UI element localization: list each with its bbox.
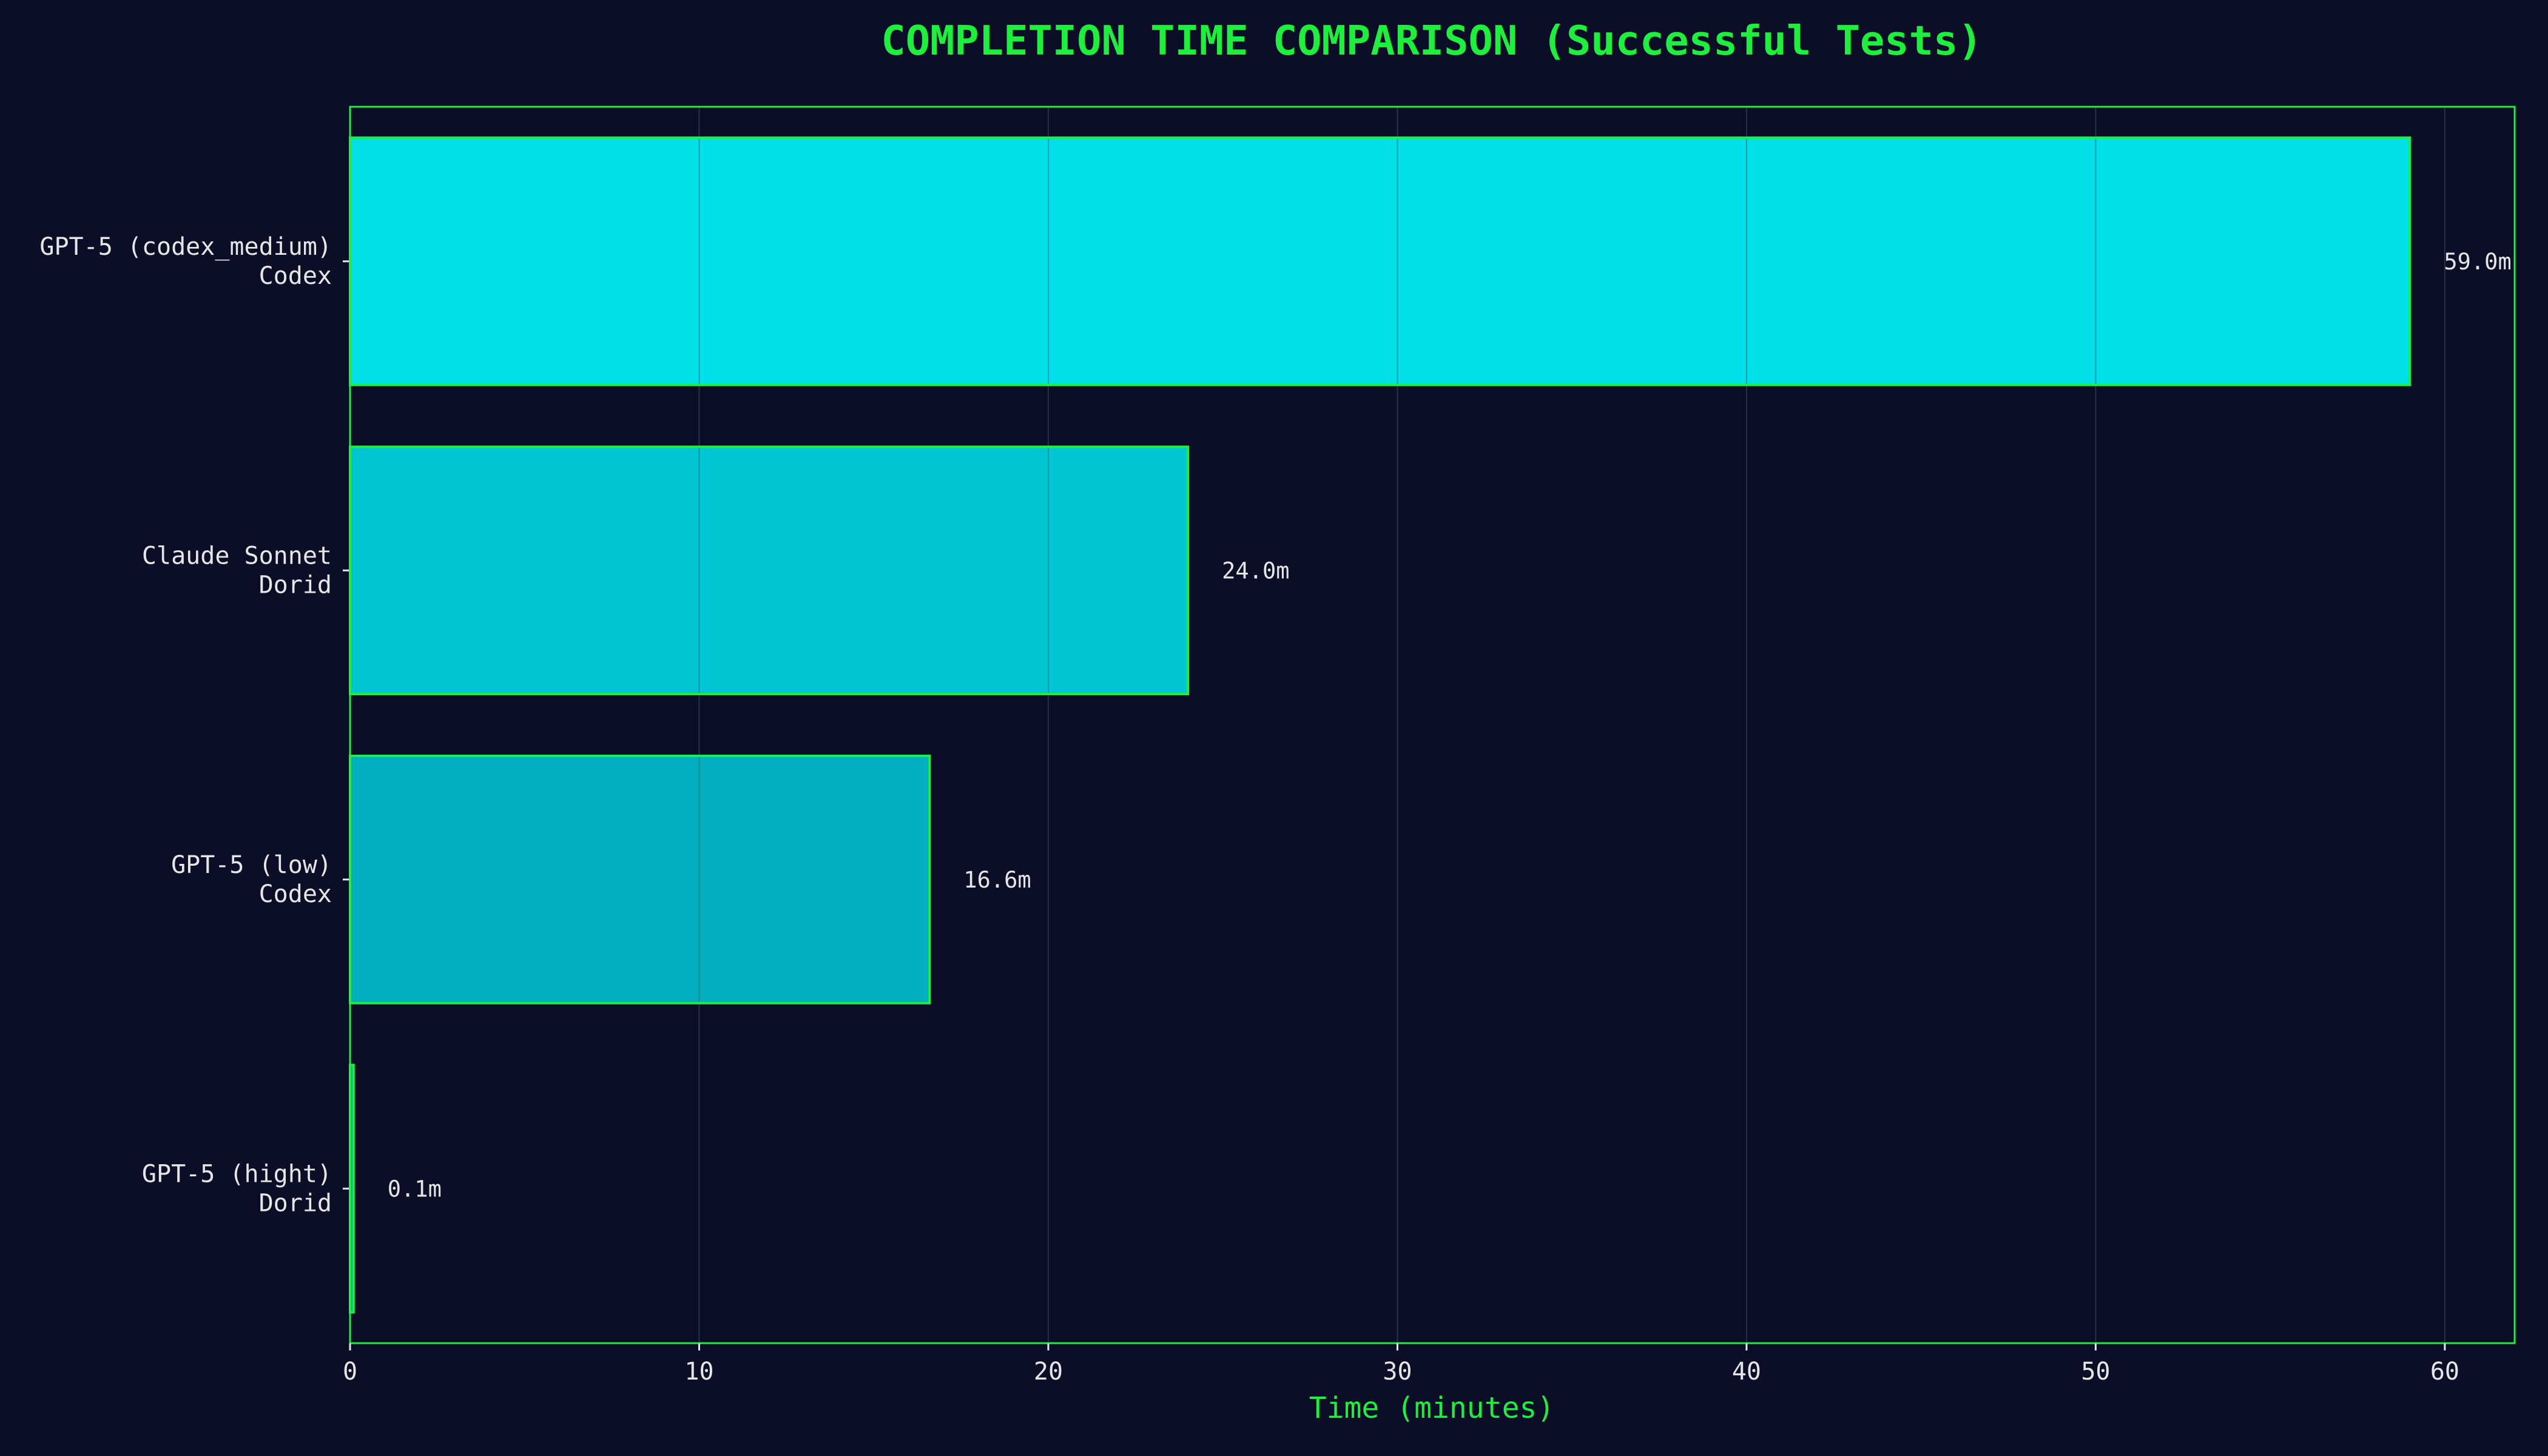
x-axis-label: Time (minutes) bbox=[1309, 1391, 1555, 1425]
chart-title: COMPLETION TIME COMPARISON (Successful T… bbox=[881, 17, 1982, 64]
x-tick-label: 0 bbox=[343, 1358, 357, 1386]
bar-value-label: 0.1m bbox=[388, 1176, 442, 1202]
completion-time-chart: COMPLETION TIME COMPARISON (Successful T… bbox=[0, 0, 2548, 1456]
bar-value-label: 59.0m bbox=[2444, 249, 2511, 275]
category-label: Claude Sonnet bbox=[142, 542, 332, 570]
x-tick-label: 40 bbox=[1732, 1358, 1761, 1386]
x-tick-label: 30 bbox=[1383, 1358, 1412, 1386]
bar bbox=[349, 136, 2412, 386]
x-tick-label: 20 bbox=[1034, 1358, 1063, 1386]
category-label: Codex bbox=[259, 262, 332, 290]
category-label: Codex bbox=[259, 880, 332, 908]
bar bbox=[349, 754, 931, 1005]
x-tick-label: 10 bbox=[684, 1358, 713, 1386]
category-label: GPT-5 (low) bbox=[171, 851, 332, 879]
x-tick-label: 60 bbox=[2430, 1358, 2459, 1386]
category-label: GPT-5 (hight) bbox=[142, 1160, 332, 1188]
category-label: GPT-5 (codex_medium) bbox=[39, 233, 332, 261]
category-label: Dorid bbox=[259, 1189, 332, 1217]
bar bbox=[349, 445, 1190, 696]
bar-value-label: 24.0m bbox=[1222, 558, 1289, 584]
category-label: Dorid bbox=[259, 571, 332, 599]
x-tick-label: 50 bbox=[2081, 1358, 2110, 1386]
bar-value-label: 16.6m bbox=[963, 867, 1031, 893]
